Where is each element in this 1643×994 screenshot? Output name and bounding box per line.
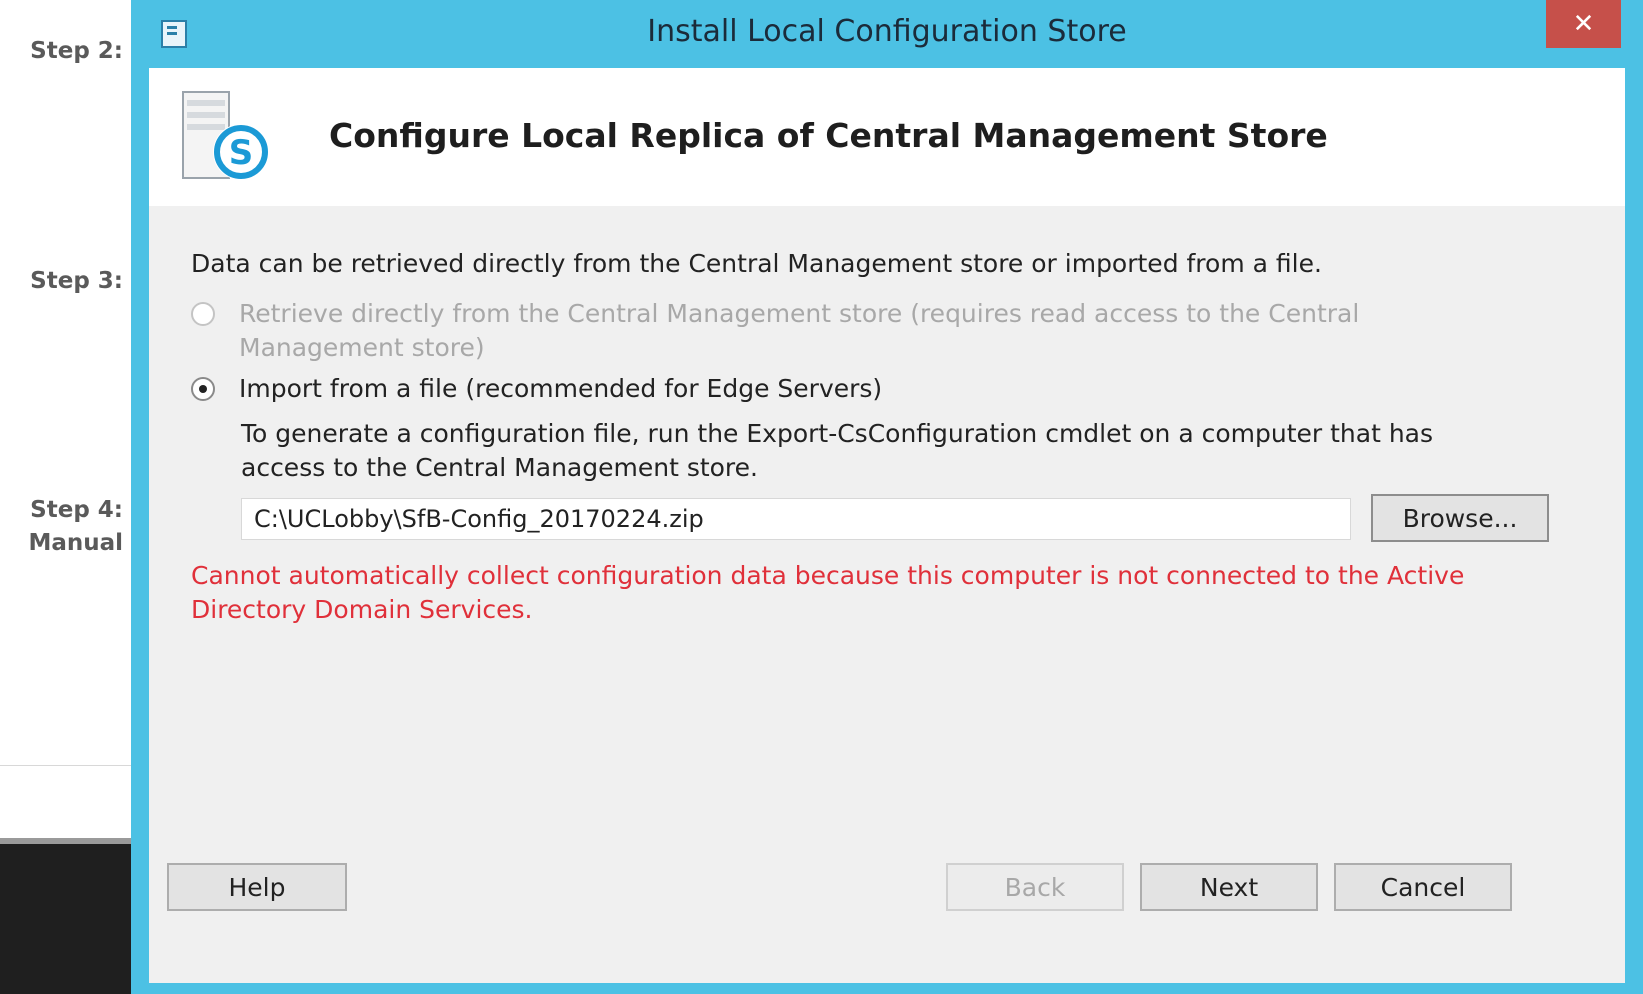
close-icon: ✕ bbox=[1572, 9, 1595, 39]
skype-server-icon: S bbox=[182, 91, 269, 180]
step-4-label: Step 4: bbox=[30, 497, 123, 523]
import-from-file-radio[interactable] bbox=[191, 377, 215, 401]
retrieve-directly-label-line1: Retrieve directly from the Central Manag… bbox=[239, 299, 1360, 328]
retrieve-directly-label-line2: Management store) bbox=[239, 333, 485, 362]
step-4-manual-label: Manual bbox=[28, 530, 123, 556]
config-file-path-input[interactable] bbox=[241, 498, 1351, 540]
error-message-line2: Directory Domain Services. bbox=[191, 595, 533, 624]
dialog-content: S Configure Local Replica of Central Man… bbox=[149, 68, 1625, 983]
dialog-titlebar[interactable]: Install Local Configuration Store ✕ bbox=[131, 0, 1643, 68]
background-taskbar bbox=[0, 844, 140, 994]
dialog-header: S Configure Local Replica of Central Man… bbox=[149, 68, 1625, 206]
retrieve-directly-radio bbox=[191, 302, 215, 326]
background-divider bbox=[0, 765, 140, 766]
error-message-line1: Cannot automatically collect configurati… bbox=[191, 561, 1465, 590]
dialog-title: Install Local Configuration Store bbox=[647, 14, 1127, 49]
import-hint-line2: access to the Central Management store. bbox=[241, 453, 758, 482]
help-button[interactable]: Help bbox=[167, 863, 347, 911]
next-button[interactable]: Next bbox=[1140, 863, 1318, 911]
cancel-button[interactable]: Cancel bbox=[1334, 863, 1512, 911]
svg-text:S: S bbox=[229, 133, 254, 173]
import-hint-line1: To generate a configuration file, run th… bbox=[241, 419, 1434, 448]
install-local-config-store-dialog: Install Local Configuration Store ✕ S Co… bbox=[131, 0, 1643, 994]
step-3-label: Step 3: bbox=[30, 268, 123, 294]
browse-button[interactable]: Browse... bbox=[1371, 494, 1549, 542]
page-title: Configure Local Replica of Central Manag… bbox=[329, 116, 1328, 155]
step-2-label: Step 2: bbox=[30, 38, 123, 64]
back-button[interactable]: Back bbox=[946, 863, 1124, 911]
intro-text: Data can be retrieved directly from the … bbox=[191, 249, 1322, 278]
close-button[interactable]: ✕ bbox=[1546, 0, 1621, 48]
import-from-file-label[interactable]: Import from a file (recommended for Edge… bbox=[239, 371, 882, 406]
